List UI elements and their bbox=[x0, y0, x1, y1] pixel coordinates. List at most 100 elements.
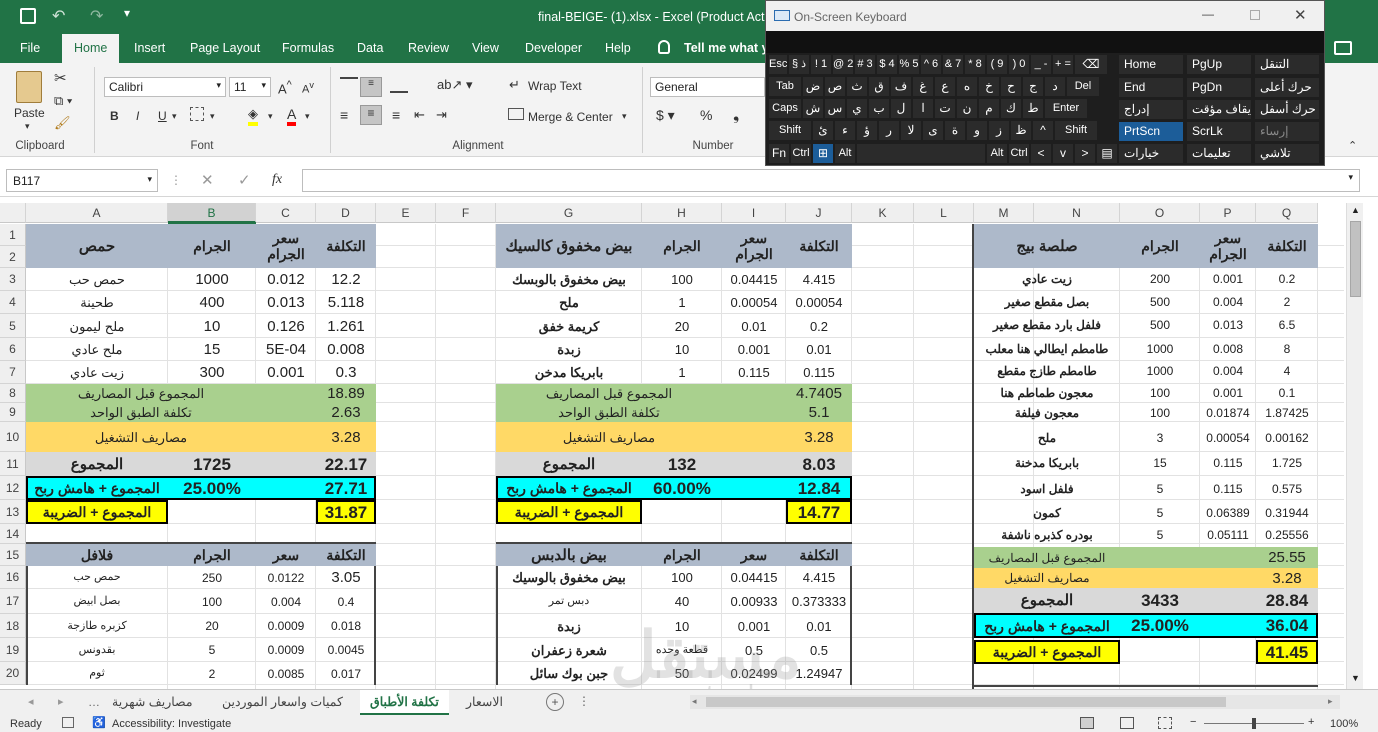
row-header[interactable]: 16 bbox=[0, 566, 26, 589]
eggs-total-label[interactable]: المجموع bbox=[496, 452, 642, 476]
falafel-item-price[interactable]: 0.0122 bbox=[256, 566, 316, 589]
hummus-before-exp-label[interactable]: المجموع قبل المصاريف bbox=[26, 384, 256, 403]
osk-key[interactable]: ! 1 bbox=[810, 54, 832, 75]
osk-key[interactable]: خ bbox=[978, 76, 1000, 97]
column-header[interactable]: G bbox=[496, 203, 642, 223]
hummus-item-name[interactable]: ملح عادي bbox=[26, 338, 168, 361]
menu-view[interactable]: View bbox=[464, 34, 507, 63]
salsa-price-header[interactable]: سعر الجرام bbox=[1200, 224, 1256, 268]
salsa-item-price[interactable]: 0.06389 bbox=[1200, 502, 1256, 524]
column-header[interactable]: Q bbox=[1256, 203, 1318, 223]
row-header[interactable]: 12 bbox=[0, 476, 26, 500]
molasses-item-gram[interactable]: 100 bbox=[642, 566, 722, 589]
insert-function-button[interactable]: fx bbox=[272, 172, 282, 188]
zoom-level[interactable]: 100% bbox=[1330, 718, 1358, 730]
salsa-item-price[interactable]: 0.004 bbox=[1200, 360, 1256, 382]
eggs-item-price[interactable]: 0.00054 bbox=[722, 291, 786, 314]
tab-scroll-left-icon[interactable]: ◂ bbox=[28, 695, 34, 708]
italic-button[interactable]: I bbox=[136, 109, 139, 123]
formula-input[interactable]: ▾ bbox=[302, 169, 1360, 192]
osk-key[interactable]: ⌫ bbox=[1074, 54, 1108, 75]
salsa-item-gram[interactable]: 200 bbox=[1120, 268, 1200, 290]
hummus-per-plate-label[interactable]: تكلفة الطبق الواحد bbox=[26, 403, 256, 422]
salsa-item-gram[interactable]: 1000 bbox=[1120, 360, 1200, 382]
hummus-item-price[interactable]: 0.012 bbox=[256, 268, 316, 291]
column-header[interactable]: F bbox=[436, 203, 496, 223]
eggs-item-name[interactable]: بابريكا مدخن bbox=[496, 361, 642, 384]
eggs-total-value[interactable]: 8.03 bbox=[786, 452, 852, 476]
ribbon-collapse-icon[interactable]: ⌃ bbox=[1348, 139, 1357, 152]
salsa-item-name[interactable]: فلفل اسود bbox=[974, 478, 1120, 500]
eggs-total-gram[interactable]: 132 bbox=[642, 452, 722, 476]
menu-review[interactable]: Review bbox=[400, 34, 457, 63]
osk-key[interactable]: ل bbox=[890, 98, 912, 119]
molasses-price-header[interactable]: سعر bbox=[722, 544, 786, 566]
osk-key[interactable]: $ 4 bbox=[876, 54, 898, 75]
osk-key[interactable]: Shift bbox=[1054, 120, 1098, 141]
salsa-total-gram[interactable]: 3433 bbox=[1120, 588, 1200, 613]
salsa-item-cost[interactable]: 6.5 bbox=[1256, 314, 1318, 336]
eggs-title[interactable]: بيض مخفوق كالسيك bbox=[496, 224, 642, 268]
eggs-margin-value[interactable]: 12.84 bbox=[786, 476, 852, 500]
salsa-item-name[interactable]: طامطم طازج مقطع bbox=[974, 360, 1120, 382]
salsa-item-name[interactable]: بودره كذبره ناشفة bbox=[974, 524, 1120, 546]
eggs-tax-value[interactable]: 14.77 bbox=[786, 500, 852, 524]
osk-nav-key[interactable]: إيقاف مؤقت bbox=[1186, 99, 1252, 120]
align-middle-icon[interactable]: ≡ bbox=[360, 77, 382, 97]
osk-key[interactable]: Fn bbox=[768, 143, 790, 164]
salsa-item-gram[interactable]: 5 bbox=[1120, 524, 1200, 546]
hummus-item-price[interactable]: 5E-04 bbox=[256, 338, 316, 361]
menu-file[interactable]: File bbox=[12, 34, 48, 63]
falafel-item-cost[interactable]: 0.018 bbox=[316, 614, 376, 638]
eggs-item-gram[interactable]: 1 bbox=[642, 291, 722, 314]
column-header[interactable]: O bbox=[1120, 203, 1200, 223]
hummus-margin-label[interactable]: المجموع + هامش ربح bbox=[26, 476, 168, 500]
falafel-item-cost[interactable]: 0.017 bbox=[316, 662, 376, 685]
font-color-icon[interactable]: A bbox=[287, 106, 297, 126]
salsa-item-price[interactable]: 0.115 bbox=[1200, 478, 1256, 500]
salsa-item-price[interactable]: 0.05111 bbox=[1200, 524, 1256, 546]
salsa-item-cost[interactable]: 8 bbox=[1256, 338, 1318, 360]
salsa-item-cost[interactable]: 0.25556 bbox=[1256, 524, 1318, 546]
underline-dropdown-icon[interactable]: ▾ bbox=[172, 111, 177, 122]
font-size-combo[interactable]: 11 ▾ bbox=[229, 77, 271, 97]
osk-key[interactable]: + = bbox=[1052, 54, 1074, 75]
row-header[interactable]: 1 bbox=[0, 224, 26, 246]
osk-minimize-icon[interactable]: — bbox=[1202, 7, 1214, 21]
falafel-item-gram[interactable]: 250 bbox=[168, 566, 256, 589]
cut-icon[interactable]: ✂ bbox=[54, 69, 67, 87]
hummus-cost-header[interactable]: التكلفة bbox=[316, 224, 376, 268]
eggs-price-header[interactable]: سعر الجرام bbox=[722, 224, 786, 268]
wrap-text-button[interactable]: Wrap Text bbox=[528, 79, 582, 93]
osk-key[interactable]: < bbox=[1030, 143, 1052, 164]
salsa-item-gram[interactable]: 500 bbox=[1120, 291, 1200, 313]
falafel-item-price[interactable]: 0.004 bbox=[256, 589, 316, 614]
row-header[interactable]: 5 bbox=[0, 314, 26, 338]
molasses-item-name[interactable]: بيض مخفوق بالوسيك bbox=[496, 566, 642, 589]
osk-maximize-icon[interactable] bbox=[1250, 10, 1260, 20]
zoom-in-icon[interactable]: + bbox=[1308, 716, 1314, 728]
eggs-per-plate-value[interactable]: 5.1 bbox=[786, 403, 852, 422]
tabs-more-left[interactable]: … bbox=[88, 695, 100, 709]
osk-key[interactable]: ث bbox=[846, 76, 868, 97]
row-header[interactable]: 14 bbox=[0, 524, 26, 544]
scroll-down-icon[interactable]: ▼ bbox=[1351, 673, 1360, 683]
vertical-scrollbar[interactable]: ▲ ▼ bbox=[1346, 203, 1363, 689]
eggs-item-name[interactable]: بيض مخفوق بالوبسك bbox=[496, 268, 642, 291]
indent-increase-icon[interactable]: ⇥ bbox=[436, 107, 447, 123]
column-header[interactable]: P bbox=[1200, 203, 1256, 223]
eggs-before-exp-label[interactable]: المجموع قبل المصاريف bbox=[496, 384, 722, 403]
salsa-item-cost[interactable]: 0.00162 bbox=[1256, 425, 1318, 451]
falafel-item-cost[interactable]: 0.0045 bbox=[316, 638, 376, 662]
hummus-title[interactable]: حمص bbox=[26, 224, 168, 268]
column-header[interactable]: K bbox=[852, 203, 914, 223]
molasses-title[interactable]: بيض بالدبس bbox=[496, 544, 642, 566]
falafel-gram-header[interactable]: الجرام bbox=[168, 544, 256, 566]
osk-key[interactable]: ز bbox=[988, 120, 1010, 141]
osk-key[interactable]: ج bbox=[1022, 76, 1044, 97]
hummus-item-name[interactable]: طحينة bbox=[26, 291, 168, 314]
osk-nav-key[interactable]: تلاشي bbox=[1254, 143, 1320, 164]
salsa-item-cost[interactable]: 0.575 bbox=[1256, 478, 1318, 500]
column-header[interactable]: C bbox=[256, 203, 316, 223]
currency-icon[interactable]: $ ▾ bbox=[656, 107, 675, 124]
